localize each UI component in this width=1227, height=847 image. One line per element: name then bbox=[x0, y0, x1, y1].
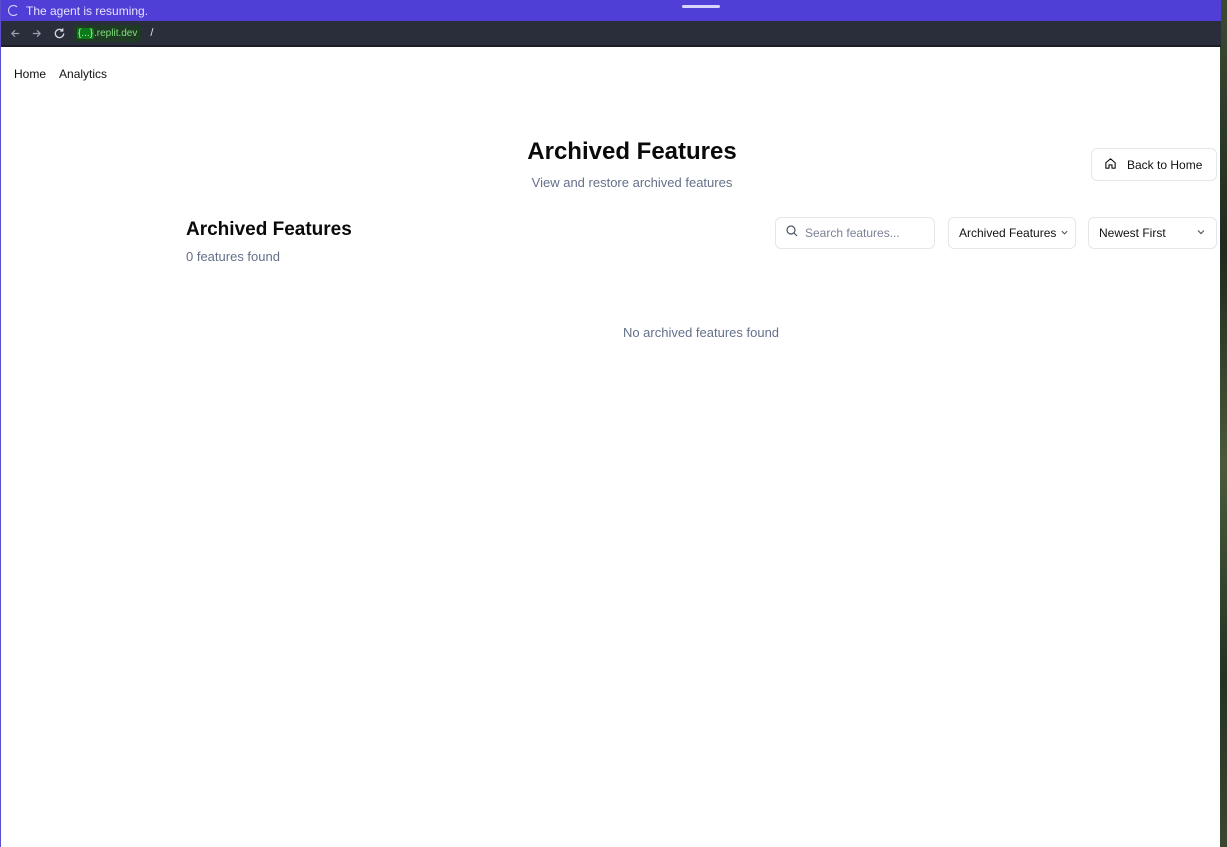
agent-status-text: The agent is resuming. bbox=[26, 3, 149, 18]
sort-value: Newest First bbox=[1099, 226, 1166, 240]
nav-link-home[interactable]: Home bbox=[14, 67, 46, 81]
back-to-home-label: Back to Home bbox=[1127, 157, 1203, 172]
chevron-down-icon bbox=[1060, 226, 1069, 240]
page-subtitle: View and restore archived features bbox=[531, 175, 733, 190]
search-icon bbox=[786, 224, 798, 242]
home-icon bbox=[1104, 157, 1117, 173]
loading-spinner-icon bbox=[8, 5, 19, 16]
url-path[interactable]: / bbox=[150, 27, 153, 39]
top-nav: Home Analytics bbox=[14, 67, 107, 81]
url-bar: {...} .replit.dev / bbox=[1, 21, 1221, 47]
status-filter-value: Archived Features bbox=[959, 226, 1057, 240]
url-domain-rest: .replit.dev bbox=[94, 27, 138, 39]
features-count: 0 features found bbox=[186, 249, 280, 264]
background-scenery bbox=[1219, 0, 1227, 847]
reload-icon[interactable] bbox=[52, 26, 66, 40]
section-title: Archived Features bbox=[186, 219, 352, 240]
empty-state-message: No archived features found bbox=[622, 325, 780, 340]
search-field[interactable] bbox=[775, 217, 935, 249]
url-domain[interactable]: {...} .replit.dev bbox=[73, 24, 142, 42]
page-title: Archived Features bbox=[527, 138, 737, 165]
drag-handle[interactable] bbox=[682, 5, 720, 8]
forward-arrow-icon[interactable] bbox=[29, 26, 43, 40]
sort-select[interactable]: Newest First bbox=[1088, 217, 1217, 249]
back-to-home-button[interactable]: Back to Home bbox=[1091, 148, 1217, 181]
chevron-down-icon bbox=[1196, 226, 1206, 240]
app-window: The agent is resuming. {...} .replit.dev … bbox=[0, 0, 1221, 847]
agent-status-bar: The agent is resuming. bbox=[1, 0, 1221, 21]
nav-link-analytics[interactable]: Analytics bbox=[59, 67, 107, 81]
back-arrow-icon[interactable] bbox=[8, 26, 22, 40]
status-filter-select[interactable]: Archived Features bbox=[948, 217, 1076, 249]
search-input[interactable] bbox=[805, 226, 923, 240]
url-domain-highlight: {...} bbox=[77, 27, 95, 39]
